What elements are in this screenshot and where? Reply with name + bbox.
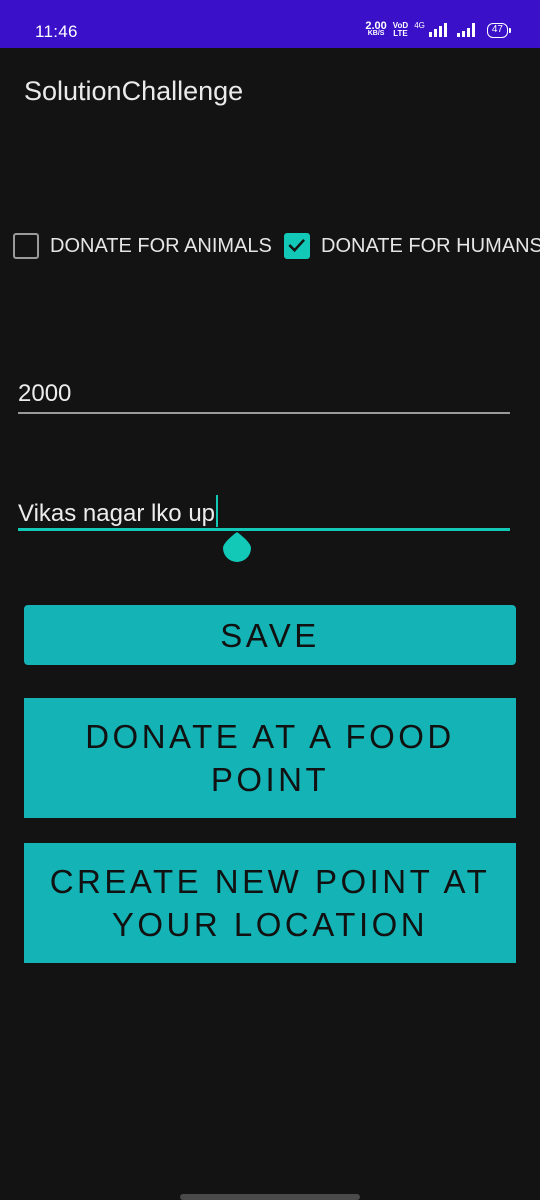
- signal-strength-icon-sim1: [428, 23, 447, 37]
- address-input-underline: [18, 528, 510, 531]
- address-input[interactable]: Vikas nagar lko up: [18, 495, 510, 535]
- save-button[interactable]: SAVE: [24, 605, 516, 665]
- network-speed-indicator: 2.00 KB/S: [365, 20, 387, 38]
- network-type-label: 4G: [414, 20, 425, 30]
- checkbox-label-animals: DONATE FOR ANIMALS: [50, 234, 272, 257]
- checkbox-donate-humans[interactable]: DONATE FOR HUMANS: [284, 230, 540, 262]
- checkbox-label-humans: DONATE FOR HUMANS: [321, 234, 540, 257]
- donate-at-food-point-button[interactable]: DONATE AT A FOOD POINT: [24, 698, 516, 818]
- network-speed-value: 2.00: [365, 20, 387, 32]
- amount-input-value[interactable]: 2000: [18, 380, 71, 407]
- amount-input[interactable]: 2000: [18, 380, 510, 416]
- network-speed-unit: KB/S: [367, 30, 385, 37]
- checkmark-icon: [288, 238, 306, 253]
- home-indicator[interactable]: [180, 1194, 360, 1200]
- checkbox-donate-animals[interactable]: DONATE FOR ANIMALS: [13, 230, 272, 262]
- volte-icon: VoD LTE: [393, 22, 408, 38]
- status-bar: 11:46 2.00 KB/S VoD LTE 4G 47: [0, 0, 540, 48]
- amount-input-underline: [18, 412, 510, 414]
- donation-type-row: DONATE FOR ANIMALS DONATE FOR HUMANS: [0, 230, 540, 262]
- battery-icon: 47: [486, 22, 512, 38]
- signal-strength-icon-sim2: [456, 23, 475, 37]
- app-title: SolutionChallenge: [24, 76, 244, 106]
- checkbox-checked-icon[interactable]: [284, 233, 310, 259]
- volte-bottom-label: LTE: [393, 29, 408, 38]
- text-cursor: [216, 495, 219, 527]
- status-time: 11:46: [35, 22, 78, 41]
- checkbox-unchecked-icon[interactable]: [13, 233, 39, 259]
- text-selection-handle-icon[interactable]: [222, 530, 252, 562]
- address-input-value[interactable]: Vikas nagar lko up: [18, 500, 215, 527]
- status-icons: 2.00 KB/S VoD LTE 4G 47: [365, 20, 512, 38]
- create-new-point-button[interactable]: CREATE NEW POINT AT YOUR LOCATION: [24, 843, 516, 963]
